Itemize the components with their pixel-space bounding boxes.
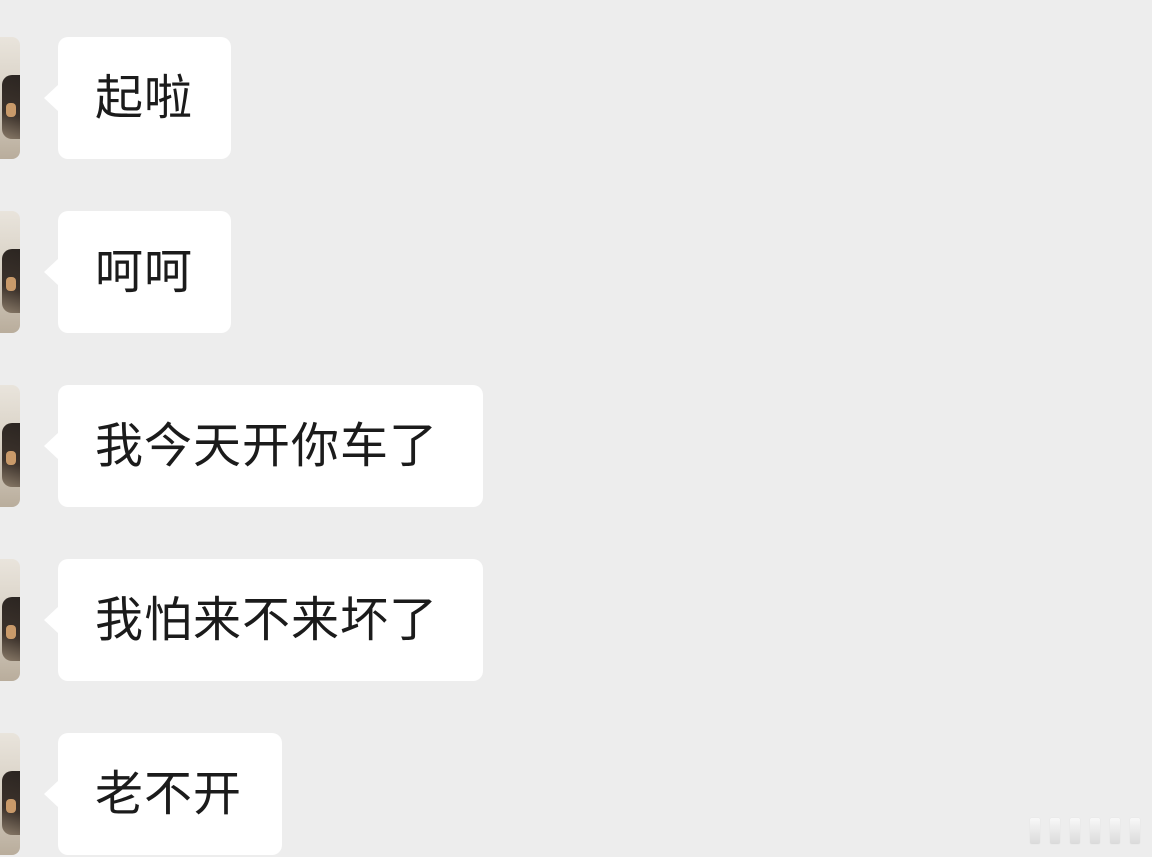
chat-thread: 起啦 呵呵 我今天开你车了 我怕来不来坏了 老不开 [0,0,1152,856]
message-bubble[interactable]: 我今天开你车了 [44,385,483,507]
message-row: 起啦 [0,37,1152,161]
watermark-logo [1030,818,1140,844]
message-bubble[interactable]: 呵呵 [44,211,231,333]
contact-avatar[interactable] [0,559,20,681]
message-row: 我今天开你车了 [0,385,1152,509]
message-row: 呵呵 [0,211,1152,335]
message-text: 我怕来不来坏了 [95,592,439,648]
message-bubble[interactable]: 起啦 [44,37,231,159]
contact-avatar[interactable] [0,733,20,855]
message-row: 老不开 [0,733,1152,857]
message-text: 呵呵 [95,244,194,300]
message-bubble[interactable]: 我怕来不来坏了 [44,559,483,681]
contact-avatar[interactable] [0,211,20,333]
message-bubble[interactable]: 老不开 [44,733,282,855]
message-text: 老不开 [95,766,243,822]
contact-avatar[interactable] [0,385,20,507]
message-row: 我怕来不来坏了 [0,559,1152,683]
contact-avatar[interactable] [0,37,20,159]
message-text: 我今天开你车了 [95,418,439,474]
message-text: 起啦 [95,70,194,126]
